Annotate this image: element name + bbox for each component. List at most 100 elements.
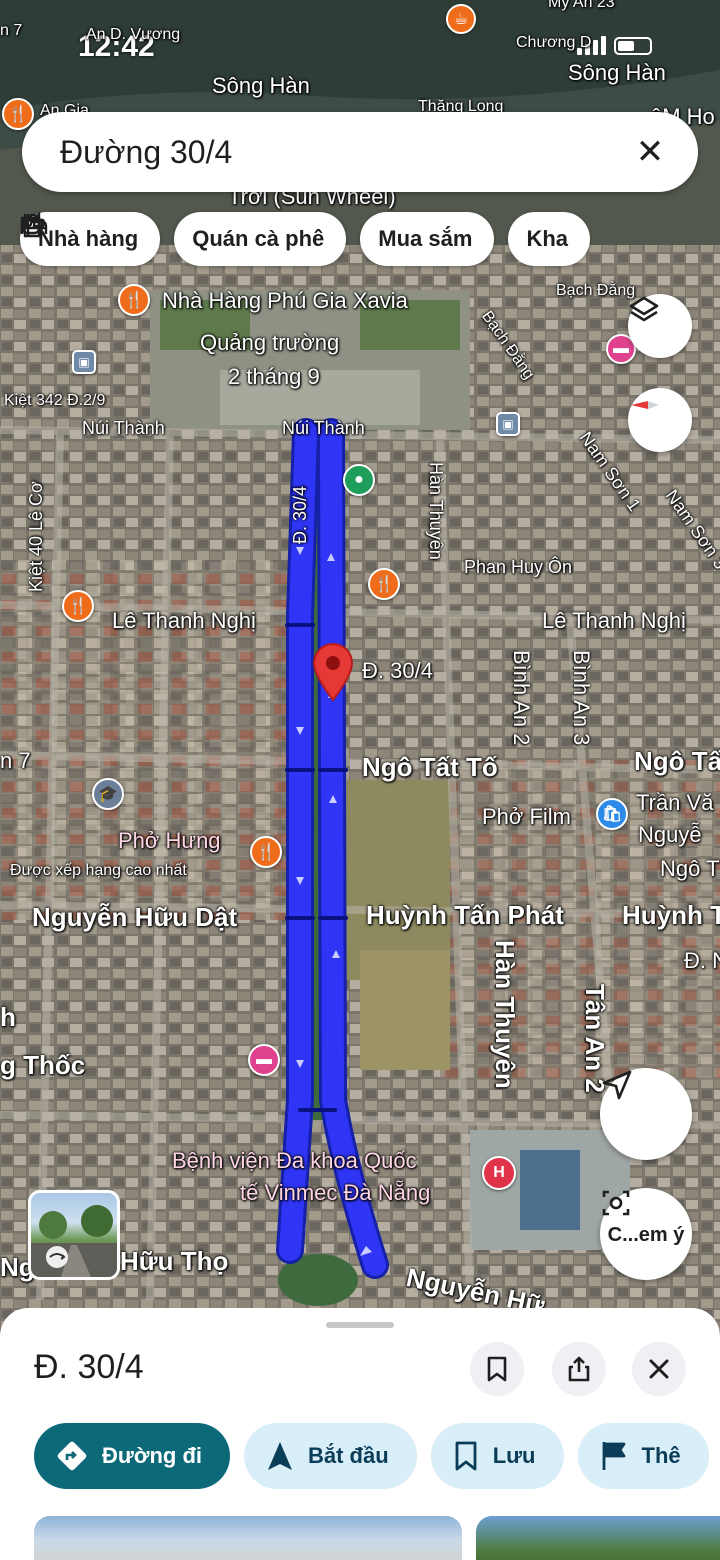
map-label: Núi Thành [82,418,165,438]
share-button[interactable] [552,1342,606,1396]
map-label: 2 tháng 9 [228,364,320,389]
map-label: Chương D [516,34,592,51]
directions-button[interactable]: Đường đi [34,1423,230,1489]
restaurant-pin-icon[interactable]: 🍴 [2,98,34,130]
map-label: Phở Hưng [118,828,221,853]
chip-label: Mua sắm [378,226,473,251]
camera-lens-icon [602,1190,630,1216]
lens-label: C...em ý [607,1223,685,1246]
chip-cafes[interactable]: Quán cà phê [21,212,347,266]
add-label-button[interactable]: Thê [577,1423,709,1489]
start-button[interactable]: Bắt đầu [244,1423,417,1489]
category-chips: Nhà hàng Quán cà phê Mua sắm Kha [20,212,590,266]
map-label: Nguyễ [638,822,702,847]
map-label: Nhà Hàng Phú Gia Xavia [162,288,408,313]
search-bar[interactable]: Đường 30/4 ✕ [22,112,698,192]
action-label: Bắt đầu [308,1443,389,1468]
map-label: n 7 [0,748,31,773]
action-label: Thê [641,1443,681,1468]
close-sheet-button[interactable] [632,1342,686,1396]
compass-button[interactable] [628,388,692,452]
search-input[interactable]: Đường 30/4 [60,134,630,171]
map-label: Hàn Thuyên [490,940,520,1089]
map-label: Bệnh viện Đa khoa Quốc [172,1148,417,1173]
map-label: Bạch Đằng [556,282,636,299]
place-actions: Đường đi Bắt đầu Lưu Thê [34,1423,709,1489]
map-label: Sông Hàn [568,60,666,85]
restaurant-pin-icon[interactable]: 🍴 [368,568,400,600]
map-label: Huỳnh Tấn Phát [366,900,564,930]
bus-stop-icon[interactable]: ▣ [496,412,520,436]
map-label: Trần Vă [636,790,714,815]
action-label: Lưu [492,1443,536,1468]
map-label: Được xếp hạng cao nhất [10,862,187,879]
layers-button[interactable] [628,294,692,358]
place-photo[interactable] [34,1516,462,1560]
bed-icon [20,217,48,234]
clear-search-button[interactable]: ✕ [630,132,670,172]
place-photo[interactable] [476,1516,720,1560]
hotel-pin-icon[interactable]: ▬ [248,1044,280,1076]
place-photos [34,1516,720,1560]
shopping-pin-icon[interactable]: 🛍 [596,798,628,830]
lens-button[interactable]: C...em ý [600,1188,692,1280]
map-label: Lê Thanh Nghị [542,608,686,633]
flag-icon [602,1442,625,1470]
map-label: Núi Thành [282,418,365,438]
chip-label: Kha [526,226,568,251]
map-label: Lê Thanh Nghị [112,608,256,633]
hospital-pin-icon[interactable]: H [482,1156,516,1190]
map-label: Hàn Thuyên [426,462,446,560]
satellite-map[interactable]: 12:42 Sông Hàn Sông Hàn An D. Vương Mỹ A… [0,0,720,1330]
compass-icon [631,401,659,409]
map-label: Kiệt 40 Lê Cơ [26,481,46,592]
map-label: Quảng trường [200,330,340,355]
school-pin-icon[interactable]: 🎓 [92,778,124,810]
map-label: n 7 [0,22,23,39]
map-label: An D. Vương [86,26,181,43]
park-pin-icon[interactable]: ● [343,464,375,496]
map-label: Phở Film [482,804,571,829]
street-view-icon [31,1205,117,1277]
map-label: Huỳnh T [622,900,720,930]
map-label: Đ. 30/4 [362,658,433,683]
selected-place-pin-icon[interactable] [312,642,354,702]
sheet-drag-handle[interactable] [326,1322,394,1328]
street-view-thumbnail[interactable] [28,1190,120,1280]
map-label: Ngô Tấ [634,746,720,776]
restaurant-pin-icon[interactable]: 🍴 [118,284,150,316]
action-label: Đường đi [102,1443,202,1468]
save-place-button[interactable] [470,1342,524,1396]
bus-stop-icon[interactable]: ▣ [72,350,96,374]
share-icon [568,1356,590,1382]
restaurant-pin-icon[interactable]: 🍴 [62,590,94,622]
cafe-pin-icon[interactable]: ☕ [446,4,476,34]
navigation-arrow-icon [602,1070,632,1100]
map-label: Hữu Thọ [120,1246,229,1276]
map-label: Sông Hàn [212,73,310,98]
map-label: Bình An 2 [509,650,534,746]
place-title: Đ. 30/4 [34,1348,144,1386]
my-location-button[interactable] [600,1068,692,1160]
map-label: Mỹ An 23 [548,0,615,11]
map-label: h [0,1002,16,1032]
map-label: Đ. N [684,948,720,973]
place-bottom-sheet[interactable]: Đ. 30/4 Đường đi Bắt đầu Lưu Thê [0,1308,720,1560]
chip-shopping[interactable]: Mua sắm [22,212,495,266]
map-label: g Thốc [0,1050,86,1080]
map-label: Kiệt 342 Đ.2/9 [4,392,106,409]
bookmark-icon [487,1356,507,1382]
chip-label: Quán cà phê [192,226,325,251]
navigation-arrow-icon [268,1442,292,1470]
bookmark-icon [455,1441,477,1471]
map-label: Bình An 3 [569,650,594,746]
map-label: Ngô T [660,856,720,881]
layers-icon [629,296,659,322]
save-button[interactable]: Lưu [430,1423,564,1489]
restaurant-pin-icon[interactable]: 🍴 [250,836,282,868]
map-label: Đ. 30/4 [290,485,310,544]
map-label: Nguyễn Hữu Dật [32,902,238,932]
close-icon [649,1359,669,1379]
chip-hotels[interactable]: Kha [20,212,590,266]
chip-label: Nhà hàng [38,226,139,251]
